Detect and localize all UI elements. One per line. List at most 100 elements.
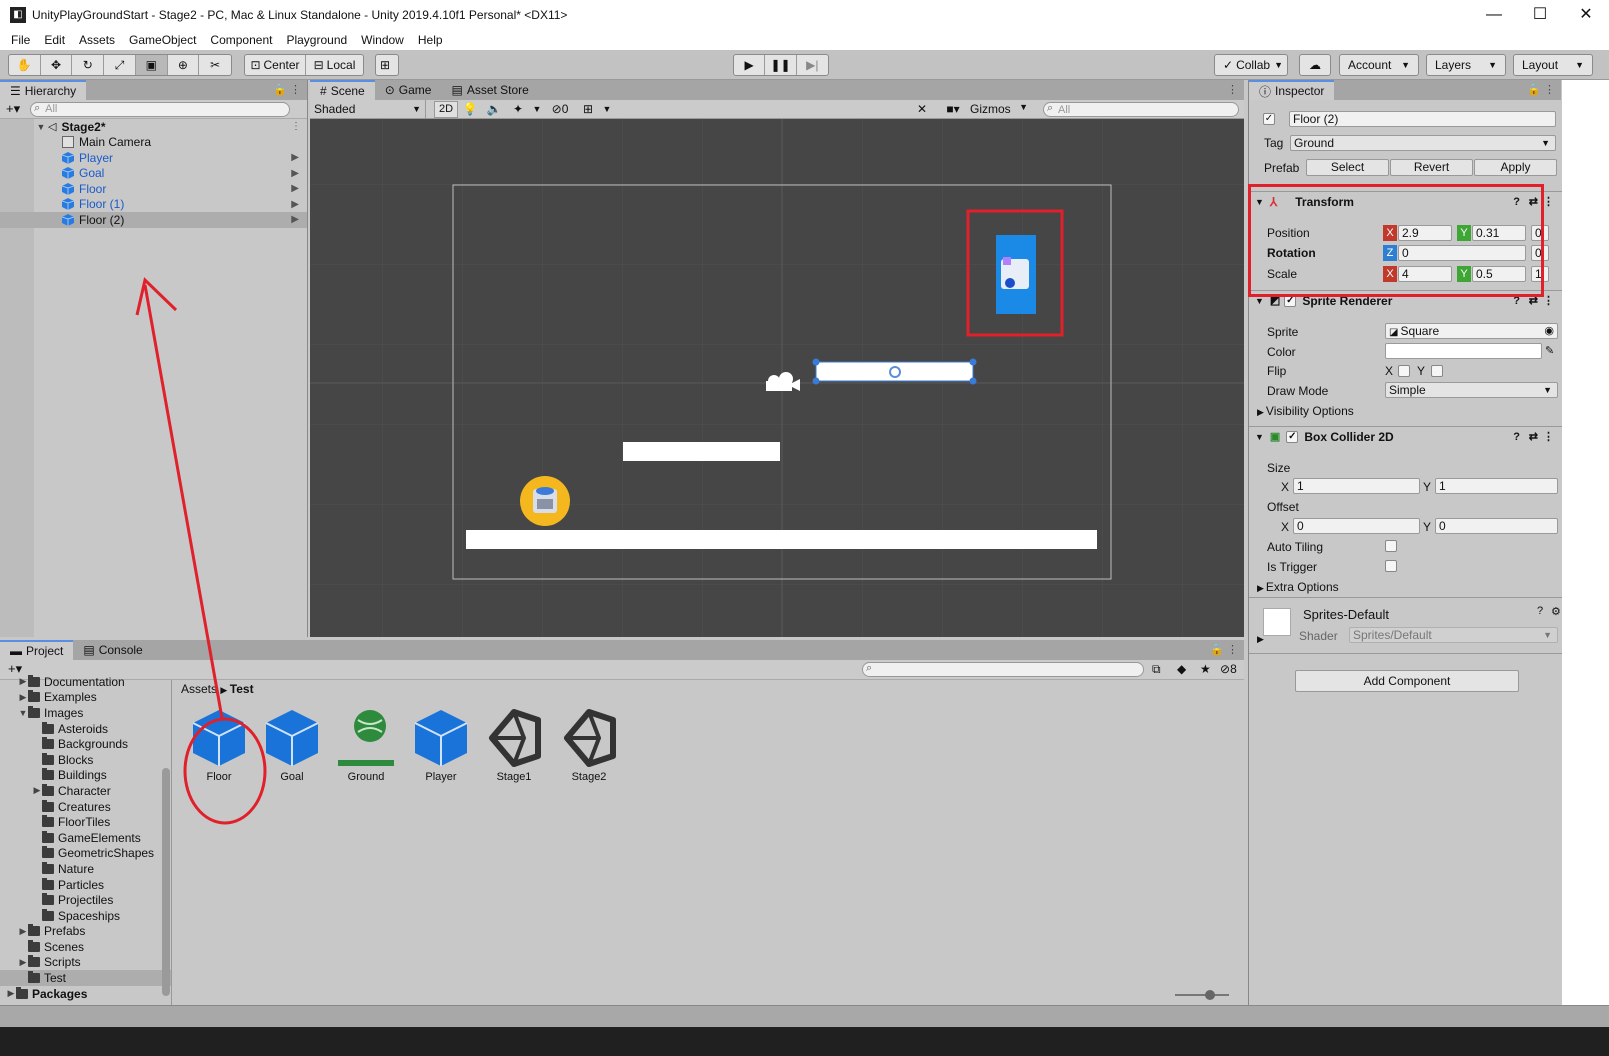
collab-button[interactable]: ✓ Collab ▼ bbox=[1214, 54, 1288, 76]
size-x-field[interactable]: 1 bbox=[1293, 478, 1420, 494]
gear-icon[interactable]: ⚙ bbox=[1551, 605, 1561, 618]
tab-console[interactable]: ▤ Console bbox=[73, 640, 152, 660]
asset-stage2[interactable]: Stage2 bbox=[552, 708, 626, 783]
menu-edit[interactable]: Edit bbox=[37, 33, 72, 47]
prefab-revert-button[interactable]: Revert bbox=[1390, 159, 1473, 176]
help-icon[interactable]: ? bbox=[1537, 605, 1543, 617]
box-collider-header[interactable]: ▼ ▣ ✓ Box Collider 2D ? ⇄ ⋮ bbox=[1249, 426, 1562, 446]
chevron-right-icon[interactable]: ▶ bbox=[291, 199, 299, 210]
transform-tool-icon[interactable]: ⊕ bbox=[168, 55, 200, 75]
chevron-down-icon[interactable]: ▼ bbox=[530, 104, 544, 114]
asset-player[interactable]: Player bbox=[404, 708, 478, 783]
settings-icon[interactable]: ⇄ bbox=[1529, 430, 1538, 443]
tree-item-scenes[interactable]: Scenes bbox=[0, 939, 171, 955]
tree-item-particles[interactable]: Particles bbox=[0, 877, 171, 893]
rect-handle[interactable] bbox=[969, 377, 977, 385]
menu-file[interactable]: File bbox=[4, 33, 37, 47]
tree-item-documentation[interactable]: ▶ Documentation bbox=[0, 674, 171, 690]
gizmos-dropdown[interactable]: Gizmos ▼ bbox=[970, 102, 1032, 116]
breadcrumb-assets[interactable]: Assets bbox=[181, 682, 217, 696]
prefab-select-button[interactable]: Select bbox=[1306, 159, 1389, 176]
object-name-field[interactable]: Floor (2) bbox=[1289, 111, 1556, 127]
tree-item-scripts[interactable]: ▶ Scripts bbox=[0, 955, 171, 971]
asset-stage1[interactable]: Stage1 bbox=[477, 708, 551, 783]
scene-canvas[interactable] bbox=[310, 119, 1244, 637]
hidden-objects-toggle[interactable]: ⊘0 bbox=[544, 102, 576, 116]
close-icon[interactable]: ✕ bbox=[1563, 0, 1609, 30]
filter-type-icon[interactable]: ⧉ bbox=[1152, 662, 1161, 677]
favorite-icon[interactable]: ★ bbox=[1200, 662, 1211, 676]
panel-menu-icon[interactable]: ⋮ bbox=[1227, 83, 1238, 96]
floor-1-sprite[interactable] bbox=[623, 442, 780, 461]
draw-mode-dropdown[interactable]: Simple ▼ bbox=[1385, 382, 1558, 398]
box-collider-enabled-checkbox[interactable]: ✓ bbox=[1286, 430, 1299, 443]
hierarchy-item-floor[interactable]: Floor ▶ bbox=[0, 181, 307, 197]
play-icon[interactable]: ▶ bbox=[734, 55, 766, 75]
chevron-right-icon[interactable]: ▶ bbox=[18, 957, 28, 968]
rect-tool-icon[interactable]: ▣ bbox=[135, 55, 168, 75]
snap-icon[interactable]: ⊞ bbox=[375, 54, 399, 76]
menu-assets[interactable]: Assets bbox=[72, 33, 122, 47]
tree-item-test[interactable]: Test bbox=[0, 970, 171, 986]
tree-item-buildings[interactable]: Buildings bbox=[0, 768, 171, 784]
ground-floor-sprite[interactable] bbox=[466, 530, 1097, 549]
rotate-tool-icon[interactable]: ↻ bbox=[72, 55, 105, 75]
visibility-options-foldout[interactable]: ▶ Visibility Options bbox=[1257, 404, 1354, 418]
maximize-icon[interactable]: ☐ bbox=[1517, 0, 1563, 30]
chevron-right-icon[interactable]: ▶ bbox=[18, 676, 28, 687]
kebab-icon[interactable]: ⋮ bbox=[1543, 430, 1554, 443]
tab-project[interactable]: ▬ Project bbox=[0, 640, 74, 660]
audio-icon[interactable]: 🔈 bbox=[482, 102, 506, 116]
tab-hierarchy[interactable]: ☰ Hierarchy bbox=[0, 80, 87, 100]
kebab-icon[interactable]: ⋮ bbox=[291, 121, 301, 132]
rect-handle[interactable] bbox=[969, 358, 977, 366]
cloud-icon[interactable]: ☁ bbox=[1299, 54, 1331, 76]
create-button[interactable]: +▾ bbox=[6, 101, 20, 117]
goal-sprite[interactable] bbox=[996, 235, 1036, 314]
tree-item-asteroids[interactable]: Asteroids bbox=[0, 721, 171, 737]
tree-item-backgrounds[interactable]: Backgrounds bbox=[0, 736, 171, 752]
hand-tool-icon[interactable]: ✋ bbox=[9, 55, 41, 75]
tree-item-prefabs[interactable]: ▶ Prefabs bbox=[0, 924, 171, 940]
hierarchy-item-floor-1[interactable]: Floor (1) ▶ bbox=[0, 197, 307, 213]
pause-icon[interactable]: ❚❚ bbox=[765, 55, 797, 75]
scale-tool-icon[interactable]: ⤢ bbox=[104, 55, 136, 75]
flip-x-checkbox[interactable] bbox=[1398, 365, 1410, 377]
panel-menu-icon[interactable]: 🔒 ⋮ bbox=[273, 83, 301, 96]
custom-tool-icon[interactable]: ✂ bbox=[199, 55, 231, 75]
scene-search-input[interactable]: All bbox=[1043, 102, 1239, 117]
breadcrumb-current[interactable]: Test bbox=[230, 682, 254, 696]
sprite-field[interactable]: ◪ Square ◉ bbox=[1385, 323, 1558, 339]
floor-2-sprite[interactable] bbox=[815, 361, 974, 382]
tools-icon[interactable]: ✕ bbox=[910, 102, 934, 116]
tab-asset-store[interactable]: ▤ Asset Store bbox=[441, 80, 538, 100]
hierarchy-item-goal[interactable]: Goal ▶ bbox=[0, 166, 307, 182]
menu-playground[interactable]: Playground bbox=[279, 33, 354, 47]
chevron-right-icon[interactable]: ▶ bbox=[32, 785, 42, 796]
asset-goal[interactable]: Goal bbox=[255, 708, 329, 783]
layers-dropdown[interactable]: Layers ▼ bbox=[1426, 54, 1506, 76]
menu-window[interactable]: Window bbox=[354, 33, 411, 47]
tree-item-examples[interactable]: ▶ Examples bbox=[0, 690, 171, 706]
tree-item-gameelements[interactable]: GameElements bbox=[0, 830, 171, 846]
slider-thumb[interactable] bbox=[1205, 990, 1215, 1000]
project-search-input[interactable] bbox=[862, 662, 1144, 677]
chevron-down-icon[interactable]: ▼ bbox=[600, 104, 614, 114]
chevron-right-icon[interactable]: ▶ bbox=[291, 152, 299, 163]
shader-dropdown[interactable]: Sprites/Default ▼ bbox=[1349, 627, 1558, 643]
filter-label-icon[interactable]: ◆ bbox=[1177, 662, 1186, 676]
pivot-center-button[interactable]: ⊡ Center bbox=[245, 55, 306, 75]
tree-item-nature[interactable]: Nature bbox=[0, 861, 171, 877]
mode-2d-toggle[interactable]: 2D bbox=[434, 100, 458, 118]
add-component-button[interactable]: Add Component bbox=[1295, 670, 1519, 692]
help-icon[interactable]: ? bbox=[1513, 431, 1520, 443]
tab-inspector[interactable]: ⓘ Inspector bbox=[1249, 80, 1335, 100]
rect-handle[interactable] bbox=[812, 377, 820, 385]
tree-item-floortiles[interactable]: FloorTiles bbox=[0, 814, 171, 830]
minimize-icon[interactable]: — bbox=[1471, 0, 1517, 30]
step-icon[interactable]: ▶| bbox=[797, 55, 828, 75]
shading-dropdown[interactable]: Shaded ▼ bbox=[310, 99, 426, 119]
color-swatch[interactable] bbox=[1385, 343, 1542, 359]
layout-dropdown[interactable]: Layout ▼ bbox=[1513, 54, 1593, 76]
auto-tiling-checkbox[interactable] bbox=[1385, 540, 1397, 552]
